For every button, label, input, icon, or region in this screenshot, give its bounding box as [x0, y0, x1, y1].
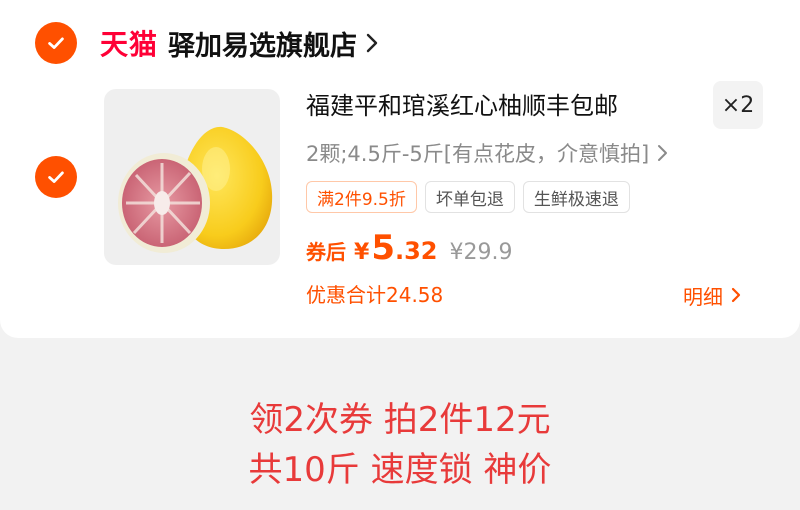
check-icon: [48, 171, 64, 183]
cart-shop-card: 天猫 驿加易选旗舰店 福建平和琯溪红心柚顺丰包邮 ×2 2颗;4.5斤-5斤[有…: [0, 0, 800, 338]
pomelo-image: [118, 126, 273, 253]
shop-header[interactable]: 天猫 驿加易选旗舰店: [100, 20, 379, 66]
promo-caption-line-1: 领2次券 拍2件12元: [249, 400, 551, 440]
discount-total: 优惠合计24.58: [306, 283, 444, 307]
price-decimal: .32: [394, 237, 438, 265]
item-select-checkbox[interactable]: [35, 156, 77, 198]
sku-text: 2颗;4.5斤-5斤[有点花皮，介意慎拍]: [306, 142, 650, 166]
chevron-right-icon: [658, 145, 668, 161]
service-tag: 坏单包退: [424, 181, 515, 213]
tmall-logo: 天猫: [100, 28, 159, 61]
sku-selector[interactable]: 2颗;4.5斤-5斤[有点花皮，介意慎拍]: [306, 136, 668, 170]
price-row: 券后 ¥ 5 .32 ¥29.9: [306, 228, 512, 274]
price-currency: ¥: [354, 240, 370, 265]
product-tags: 满2件9.5折 坏单包退 生鲜极速退: [306, 181, 630, 213]
chevron-right-icon: [366, 33, 378, 53]
promo-tag: 满2件9.5折: [306, 181, 417, 213]
check-icon: [48, 37, 64, 49]
service-tag: 生鲜极速退: [522, 181, 630, 213]
price-label: 券后: [306, 240, 346, 264]
product-title[interactable]: 福建平和琯溪红心柚顺丰包邮: [306, 88, 686, 124]
shop-name[interactable]: 驿加易选旗舰店: [168, 24, 357, 63]
price-integer: 5: [371, 228, 395, 268]
chevron-right-icon: [731, 287, 741, 303]
original-price: ¥29.9: [449, 240, 513, 265]
discount-detail-link[interactable]: 明细: [683, 280, 741, 310]
shop-select-checkbox[interactable]: [35, 22, 77, 64]
quantity-selector[interactable]: ×2: [713, 81, 763, 129]
promo-caption-line-2: 共10斤 速度锁 神价: [248, 450, 552, 490]
detail-label: 明细: [683, 284, 723, 309]
product-image[interactable]: [104, 89, 280, 265]
